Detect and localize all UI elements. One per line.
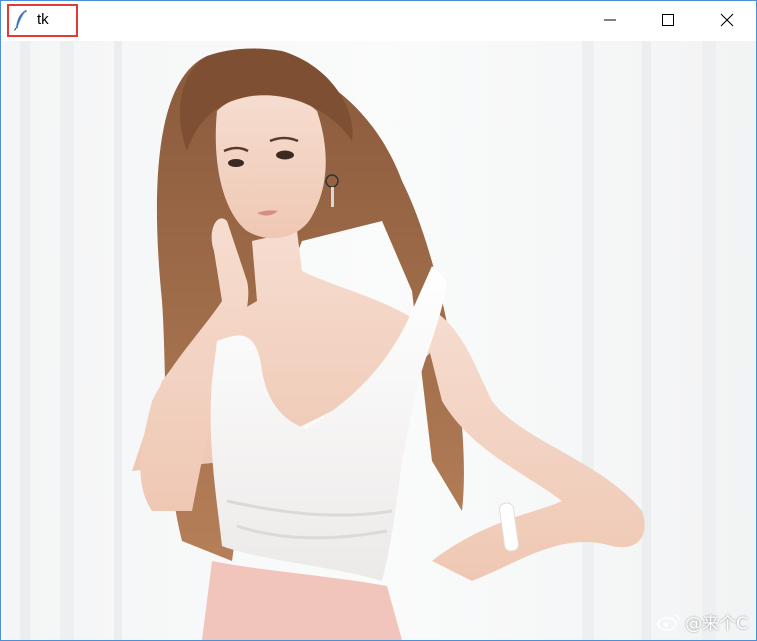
title-bar[interactable]: tk	[1, 1, 756, 39]
maximize-icon	[662, 14, 674, 26]
close-button[interactable]	[698, 1, 756, 39]
minimize-icon	[604, 19, 616, 21]
watermark: @来个C	[657, 609, 748, 634]
title-highlight-box	[7, 4, 78, 37]
maximize-button[interactable]	[639, 1, 697, 39]
minimize-button[interactable]	[581, 1, 639, 39]
photo	[2, 41, 756, 640]
watermark-text: @来个C	[685, 614, 748, 634]
weibo-icon	[657, 613, 680, 631]
close-icon	[720, 13, 734, 27]
app-window: tk @来个C	[0, 0, 757, 641]
image-canvas: @来个C	[2, 41, 756, 640]
